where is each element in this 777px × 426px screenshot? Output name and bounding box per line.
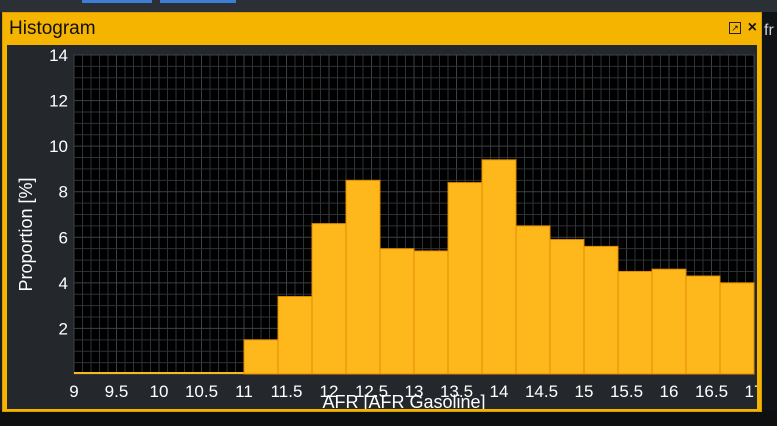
- restore-window-icon[interactable]: ↗: [729, 22, 741, 34]
- y-tick-label: 2: [59, 319, 68, 338]
- x-axis-label: AFR [AFR Gasoline]: [322, 392, 485, 409]
- y-tick-label: 10: [49, 137, 68, 156]
- chart-area: 9 9.5 10 10.5 11 11.5 12 12.5 13 13.5 14 14.5 15 15.5…: [7, 45, 763, 412]
- background-tab: [160, 0, 236, 3]
- histogram-bar: [719, 282, 755, 375]
- histogram-bar: [243, 339, 279, 375]
- histogram-bar: [447, 182, 483, 375]
- histogram-bar: [277, 296, 313, 375]
- histogram-chart: 9 9.5 10 10.5 11 11.5 12 12.5 13 13.5 14 14.5 15 15.5…: [16, 46, 763, 412]
- x-tick-label: 9: [69, 382, 78, 401]
- background-tab-strip: [0, 0, 777, 12]
- y-tick-label: 8: [59, 183, 68, 202]
- histogram-bar: [481, 159, 517, 375]
- window-titlebar[interactable]: Histogram ↗ ×: [3, 13, 761, 45]
- histogram-bar: [617, 270, 653, 375]
- histogram-bar: [379, 248, 415, 375]
- close-icon[interactable]: ×: [748, 19, 757, 37]
- window-title: Histogram: [9, 18, 96, 39]
- x-tick-label: 17: [745, 382, 757, 401]
- x-tick-label: 16: [660, 382, 679, 401]
- y-tick-label: 6: [59, 228, 68, 247]
- x-tick-label: 10.5: [185, 382, 218, 401]
- histogram-window: Histogram ↗ × 9 9.5 10 10.5 11 11.5 12 12.5 13 13…: [2, 12, 763, 412]
- histogram-bar: [515, 225, 551, 375]
- x-tick-label: 15: [575, 382, 594, 401]
- histogram-bar: [651, 268, 687, 375]
- x-tick-label: 14: [490, 382, 509, 401]
- histogram-bar: [311, 223, 347, 375]
- histogram-bar: [549, 239, 585, 375]
- y-tick-label: 14: [49, 46, 68, 65]
- x-tick-label: 16.5: [695, 382, 728, 401]
- background-tab: [82, 0, 152, 3]
- x-tick-label: 15.5: [610, 382, 643, 401]
- x-tick-label: 10: [150, 382, 169, 401]
- y-axis-label: Proportion [%]: [16, 177, 36, 291]
- background-panel-right: fr: [762, 12, 777, 426]
- histogram-baseline: [74, 372, 244, 374]
- histogram-bar: [345, 179, 381, 375]
- histogram-bar: [685, 275, 721, 375]
- background-panel-bottom: [0, 410, 777, 426]
- x-tick-label: 11.5: [271, 382, 303, 401]
- x-tick-label: 9.5: [105, 382, 129, 401]
- background-panel-label: fr: [764, 22, 774, 39]
- y-tick-label: 12: [49, 92, 68, 111]
- y-tick-labels: 2 4 6 8 10 12 14: [49, 46, 68, 338]
- histogram-bar: [413, 250, 449, 375]
- histogram-bar: [583, 245, 619, 375]
- y-tick-label: 4: [59, 274, 68, 293]
- x-tick-label: 14.5: [525, 382, 558, 401]
- x-tick-label: 11: [235, 382, 253, 401]
